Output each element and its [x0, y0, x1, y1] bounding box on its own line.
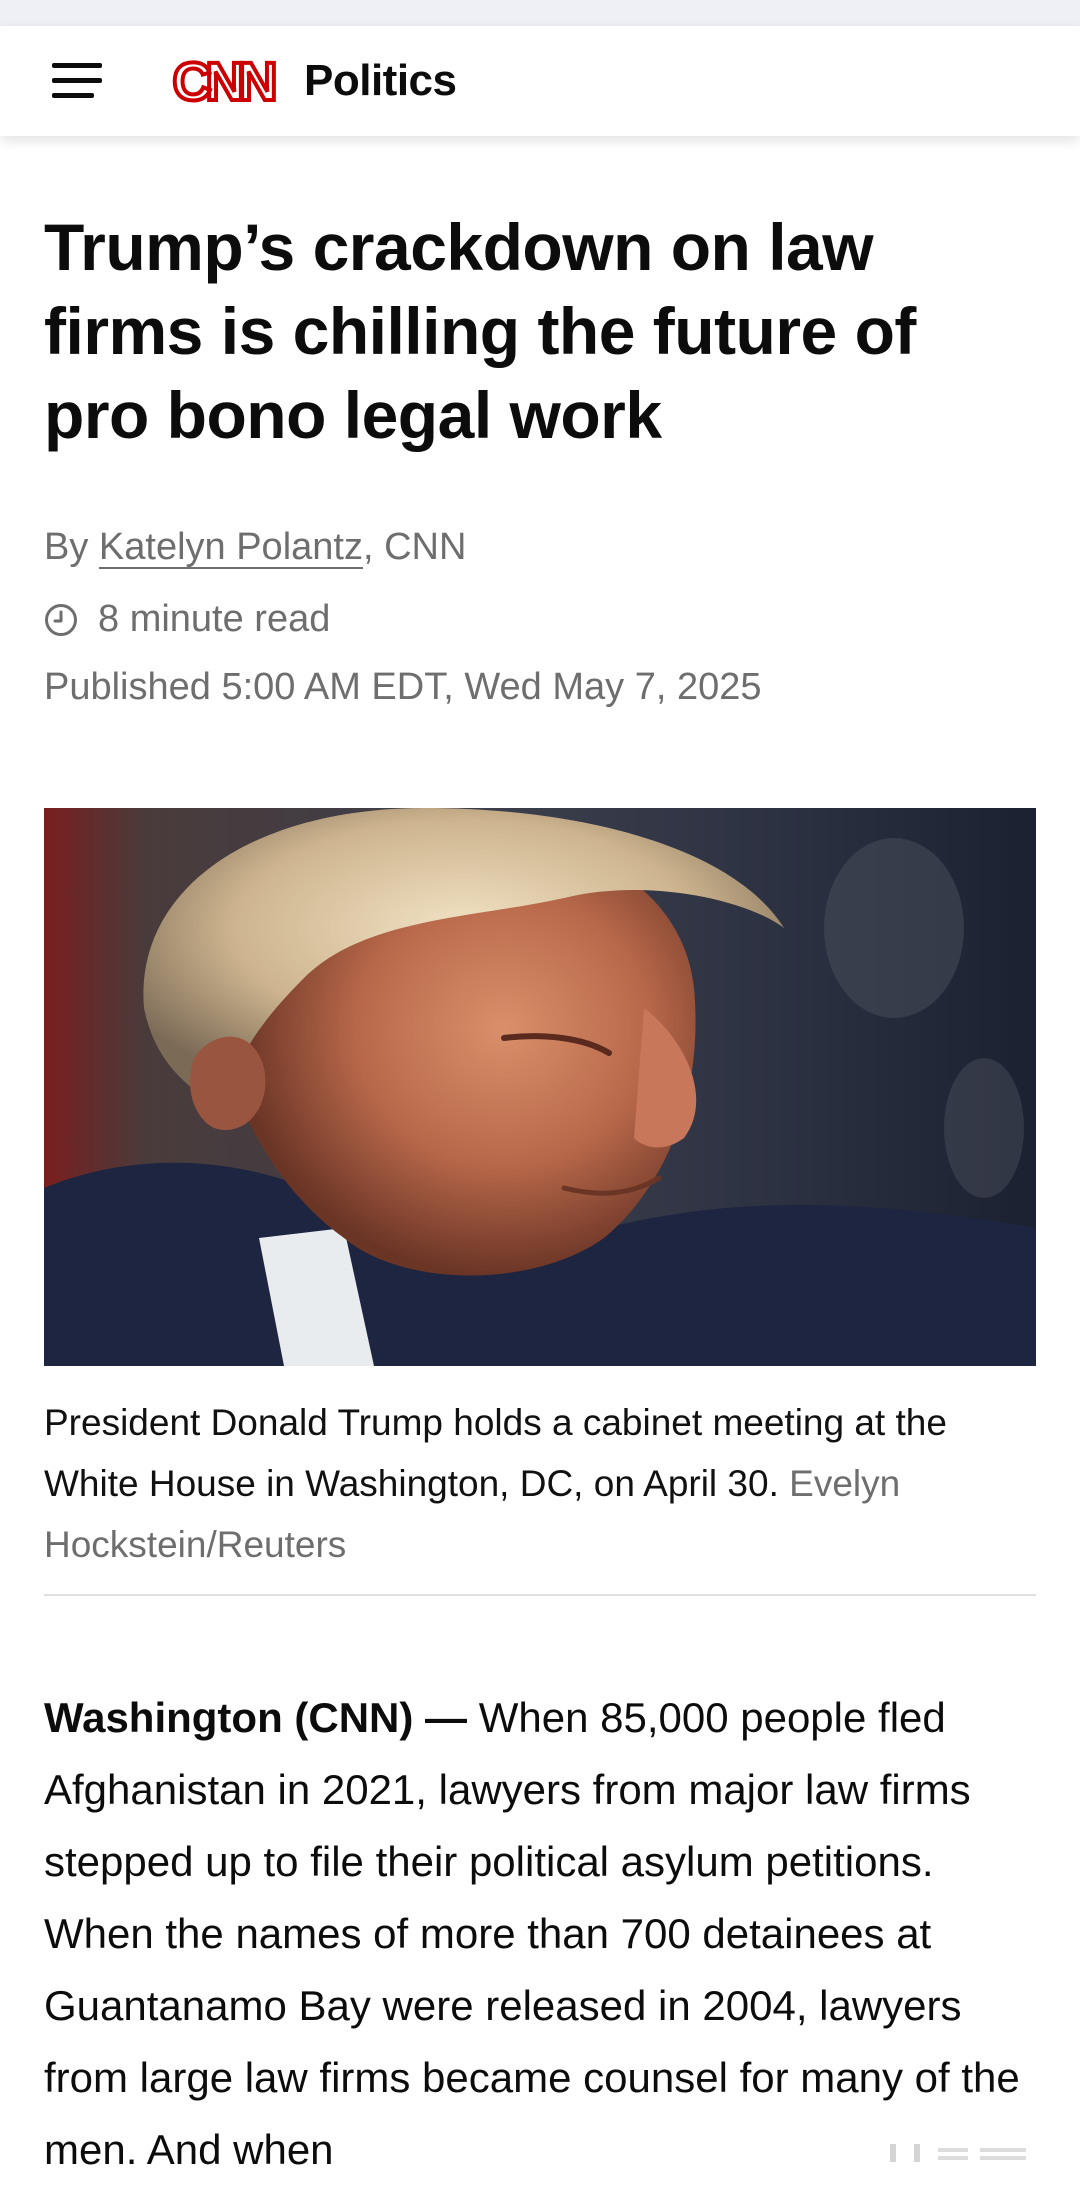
byline-prefix: By — [44, 526, 99, 568]
article-body-paragraph: Washington (CNN) — When 85,000 people fl… — [44, 1682, 1044, 2186]
byline: By Katelyn Polantz, CNN — [44, 526, 466, 569]
clock-icon — [45, 603, 77, 636]
cnn-logo-text: CNN — [173, 52, 275, 111]
dateline: Washington (CNN) — — [44, 1694, 468, 1741]
read-time: 8 minute read — [44, 598, 330, 641]
read-time-label: 8 minute read — [98, 598, 331, 640]
article-photo[interactable] — [44, 808, 1036, 1366]
body-paragraph-text: When 85,000 people fled Afghanistan in 2… — [44, 1694, 1020, 2173]
site-logo-link[interactable]: CNN Politics — [152, 48, 457, 114]
scroll-indicator-icon — [890, 2144, 1026, 2162]
byline-suffix: , CNN — [362, 526, 467, 568]
image-caption: President Donald Trump holds a cabinet m… — [44, 1392, 1034, 1575]
status-strip — [0, 0, 1080, 26]
hamburger-menu-icon[interactable] — [50, 54, 104, 108]
published-timestamp: Published 5:00 AM EDT, Wed May 7, 2025 — [44, 666, 762, 708]
cnn-logo: CNN — [152, 51, 292, 111]
site-header: CNN Politics — [0, 26, 1080, 136]
article-headline: Trump’s crackdown on law firms is chilli… — [44, 210, 916, 452]
section-label[interactable]: Politics — [304, 56, 457, 106]
author-link[interactable]: Katelyn Polantz — [99, 526, 363, 568]
caption-divider — [44, 1594, 1036, 1596]
